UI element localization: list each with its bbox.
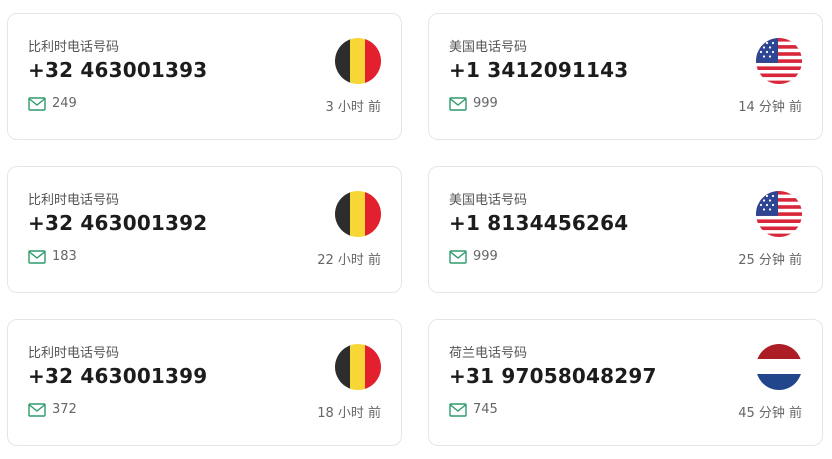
phone-number: +1 3412091143 bbox=[449, 58, 629, 82]
sms-count: 745 bbox=[449, 402, 498, 417]
sms-count-value: 745 bbox=[473, 402, 498, 417]
sms-count: 372 bbox=[28, 402, 77, 417]
phone-number-card[interactable]: 美国电话号码 +1 3412091143 999 14 分钟 前 bbox=[428, 13, 823, 140]
mail-icon bbox=[449, 402, 467, 417]
sms-count-value: 183 bbox=[52, 249, 77, 264]
belgium-flag-icon bbox=[335, 344, 381, 390]
sms-count: 249 bbox=[28, 96, 77, 111]
mail-icon bbox=[449, 249, 467, 264]
country-label: 美国电话号码 bbox=[449, 40, 528, 55]
sms-count: 999 bbox=[449, 96, 498, 111]
usa-flag-icon bbox=[756, 38, 802, 84]
last-message-time: 14 分钟 前 bbox=[738, 100, 802, 115]
last-message-time: 25 分钟 前 bbox=[738, 253, 802, 268]
country-label: 美国电话号码 bbox=[449, 193, 528, 208]
phone-number: +1 8134456264 bbox=[449, 211, 629, 235]
sms-count-value: 999 bbox=[473, 249, 498, 264]
country-label: 比利时电话号码 bbox=[28, 346, 120, 361]
last-message-time: 18 小时 前 bbox=[317, 406, 381, 421]
phone-number-card[interactable]: 荷兰电话号码 +31 97058048297 745 45 分钟 前 bbox=[428, 319, 823, 446]
phone-number: +31 97058048297 bbox=[449, 364, 657, 388]
mail-icon bbox=[449, 96, 467, 111]
phone-number-card[interactable]: 比利时电话号码 +32 463001392 183 22 小时 前 bbox=[7, 166, 402, 293]
phone-number-card[interactable]: 比利时电话号码 +32 463001399 372 18 小时 前 bbox=[7, 319, 402, 446]
phone-number: +32 463001393 bbox=[28, 58, 208, 82]
sms-count: 183 bbox=[28, 249, 77, 264]
last-message-time: 45 分钟 前 bbox=[738, 406, 802, 421]
phone-number-card[interactable]: 美国电话号码 +1 8134456264 999 25 分钟 前 bbox=[428, 166, 823, 293]
belgium-flag-icon bbox=[335, 191, 381, 237]
sms-count-value: 999 bbox=[473, 96, 498, 111]
sms-count-value: 249 bbox=[52, 96, 77, 111]
mail-icon bbox=[28, 96, 46, 111]
netherlands-flag-icon bbox=[756, 344, 802, 390]
mail-icon bbox=[28, 402, 46, 417]
sms-count-value: 372 bbox=[52, 402, 77, 417]
last-message-time: 22 小时 前 bbox=[317, 253, 381, 268]
last-message-time: 3 小时 前 bbox=[325, 100, 381, 115]
sms-count: 999 bbox=[449, 249, 498, 264]
phone-number: +32 463001399 bbox=[28, 364, 208, 388]
country-label: 比利时电话号码 bbox=[28, 193, 120, 208]
phone-number: +32 463001392 bbox=[28, 211, 208, 235]
belgium-flag-icon bbox=[335, 38, 381, 84]
phone-number-card[interactable]: 比利时电话号码 +32 463001393 249 3 小时 前 bbox=[7, 13, 402, 140]
mail-icon bbox=[28, 249, 46, 264]
usa-flag-icon bbox=[756, 191, 802, 237]
country-label: 比利时电话号码 bbox=[28, 40, 120, 55]
country-label: 荷兰电话号码 bbox=[449, 346, 528, 361]
